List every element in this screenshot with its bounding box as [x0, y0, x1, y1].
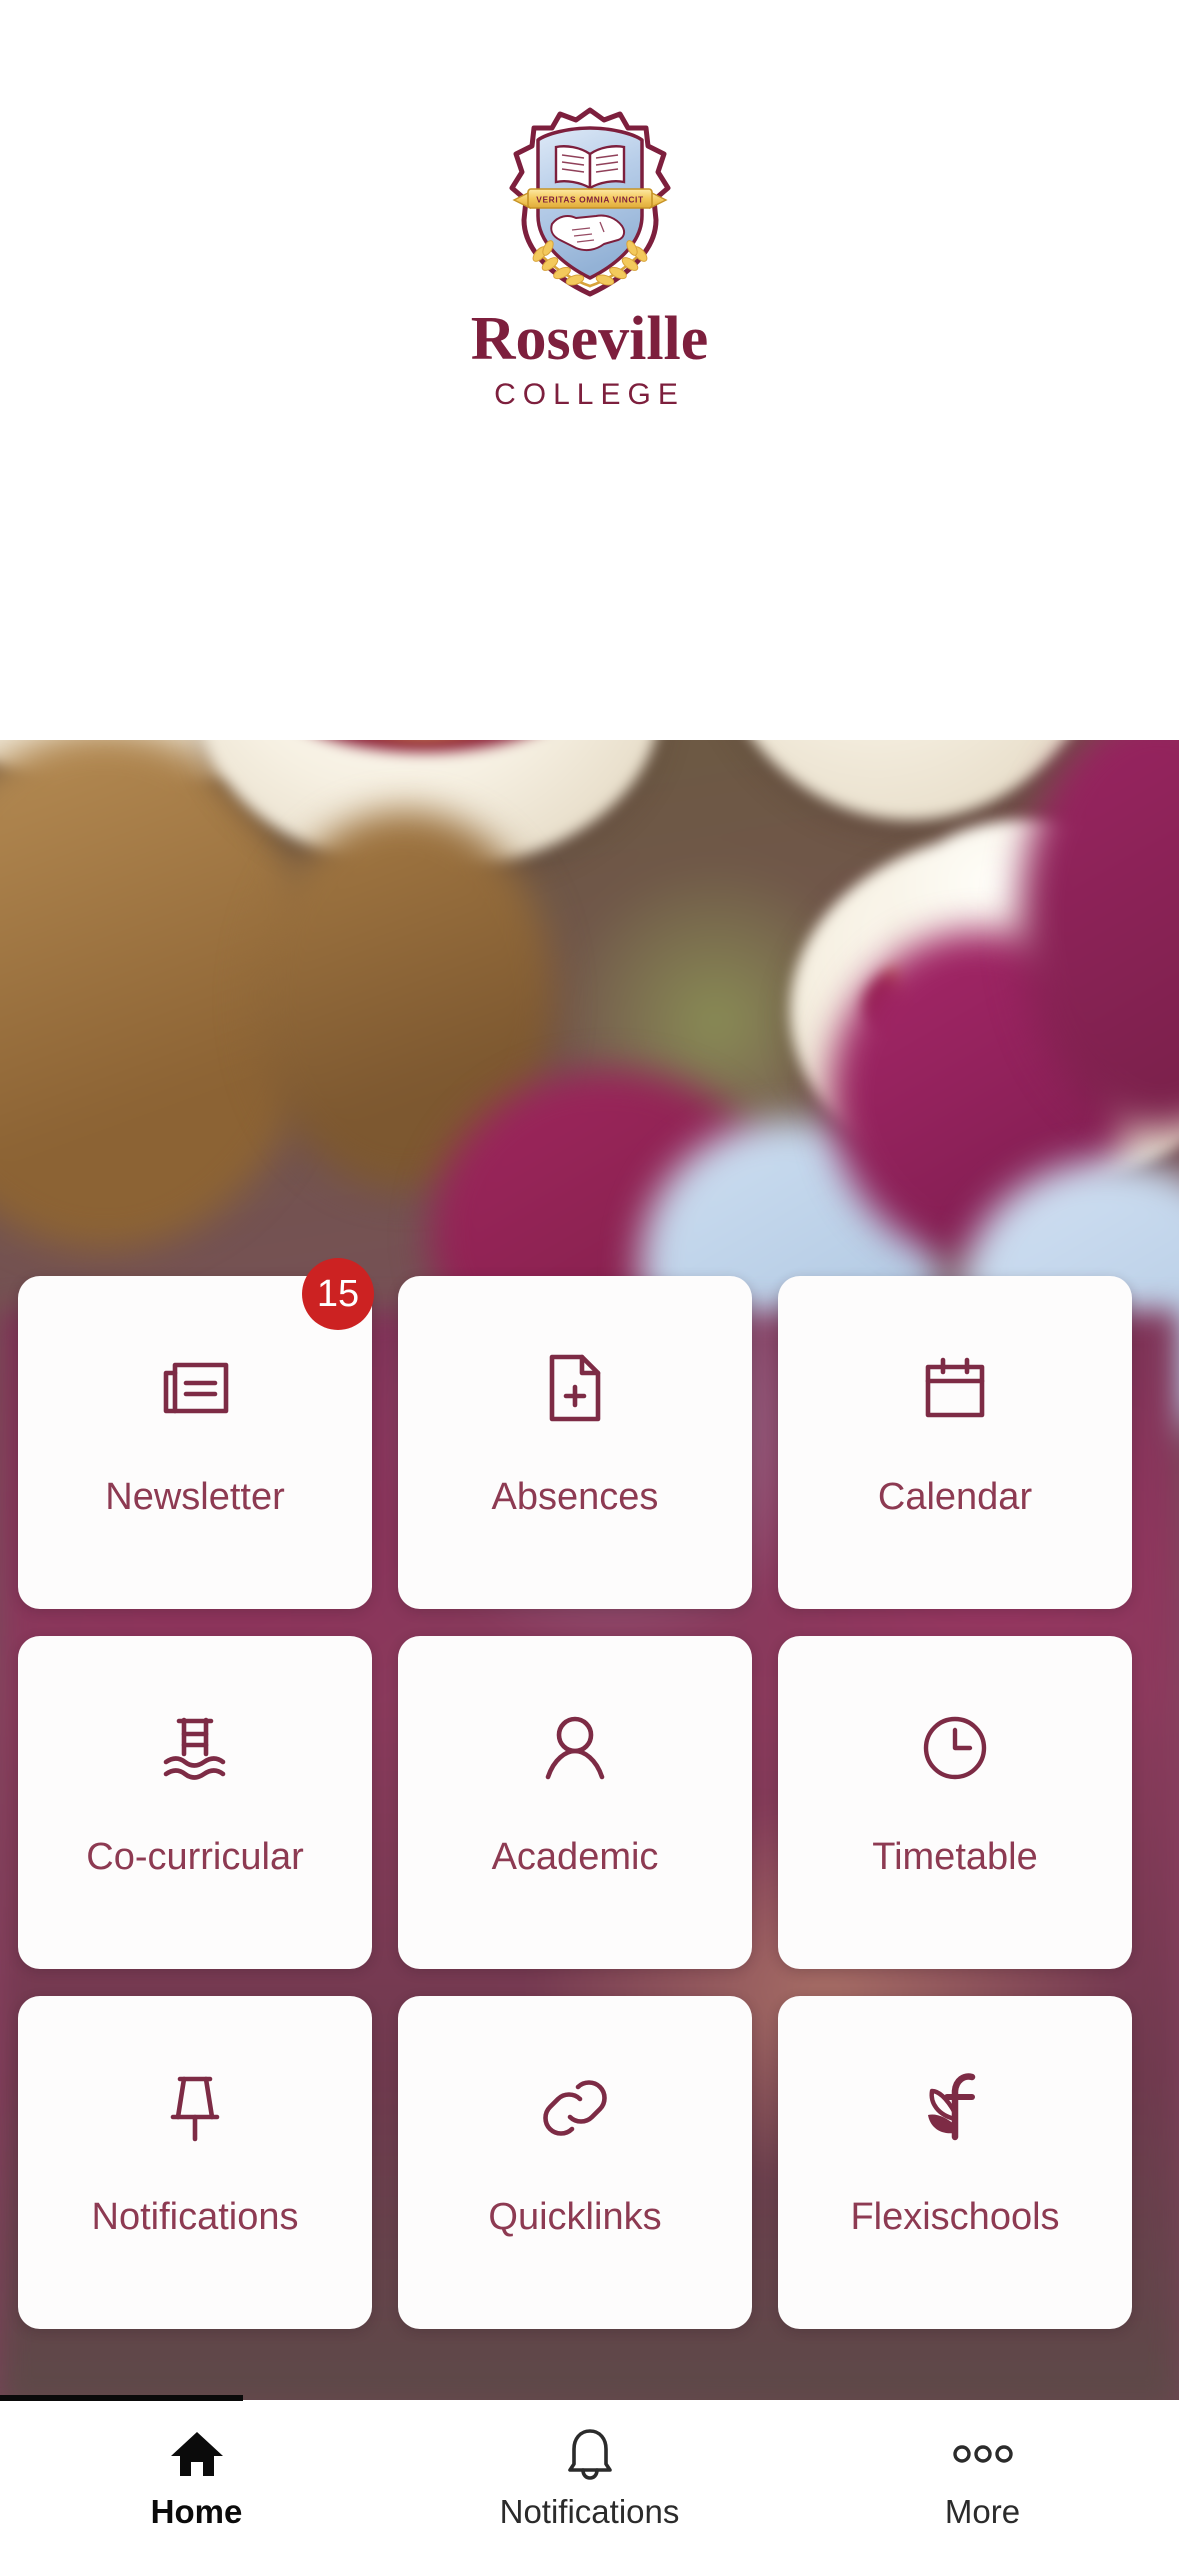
- tile-cell: Absences: [398, 1276, 778, 1609]
- tile-label: Co-curricular: [86, 1836, 304, 1878]
- hero-hat-3: [700, 340, 1120, 820]
- tile-co-curricular[interactable]: Co-curricular: [18, 1636, 372, 1969]
- school-name-secondary: COLLEGE: [494, 378, 685, 411]
- tile-label: Flexischools: [850, 2196, 1060, 2238]
- pushpin-icon: [159, 2072, 231, 2144]
- newspaper-icon: [159, 1352, 231, 1424]
- person-icon: [539, 1712, 611, 1784]
- tile-label: Notifications: [91, 2196, 299, 2238]
- quick-action-grid: Newsletter 15 Absences Calendar Co-curri…: [18, 1258, 1179, 2329]
- nav-item-more[interactable]: More: [786, 2401, 1179, 2553]
- nav-label: More: [944, 2493, 1021, 2530]
- bell-icon: [564, 2425, 616, 2483]
- school-crest-icon: VERITAS OMNIA VINCIT: [500, 104, 680, 304]
- nav-item-home[interactable]: Home: [0, 2401, 393, 2553]
- tile-timetable[interactable]: Timetable: [778, 1636, 1132, 1969]
- crest-motto-text: VERITAS OMNIA VINCIT: [536, 195, 644, 205]
- tile-academic[interactable]: Academic: [398, 1636, 752, 1969]
- calendar-icon: [919, 1352, 991, 1424]
- tile-flexischools[interactable]: Flexischools: [778, 1996, 1132, 2329]
- tile-cell: Notifications: [18, 1996, 398, 2329]
- tile-newsletter[interactable]: Newsletter 15: [18, 1258, 374, 1609]
- tile-notifications[interactable]: Notifications: [18, 1996, 372, 2329]
- tile-label: Academic: [491, 1836, 659, 1878]
- tile-label: Quicklinks: [488, 2196, 662, 2238]
- tile-label: Calendar: [877, 1476, 1033, 1518]
- tile-label: Timetable: [872, 1836, 1038, 1878]
- tile-quicklinks[interactable]: Quicklinks: [398, 1996, 752, 2329]
- pool-ladder-icon: [159, 1712, 231, 1784]
- hat-band: [766, 530, 1056, 690]
- nav-label: Home: [150, 2493, 243, 2530]
- clock-icon: [919, 1712, 991, 1784]
- document-plus-icon: [539, 1352, 611, 1424]
- app-root: VERITAS OMNIA VINCIT Roseville COLLEGE N…: [0, 0, 1179, 2553]
- tile-cell: Timetable: [778, 1636, 1158, 1969]
- nav-item-notifications[interactable]: Notifications: [393, 2401, 786, 2553]
- brand-header: VERITAS OMNIA VINCIT Roseville COLLEGE: [0, 0, 1179, 412]
- tile-cell: Quicklinks: [398, 1996, 778, 2329]
- tile-label: Newsletter: [105, 1476, 285, 1518]
- home-icon: [169, 2425, 225, 2483]
- bottom-navigation-bar: Home Notifications More: [0, 2401, 1179, 2553]
- tile-cell: Calendar: [778, 1276, 1158, 1609]
- nav-label: Notifications: [499, 2493, 680, 2530]
- tile-cell: Co-curricular: [18, 1636, 398, 1969]
- hat-band: [274, 632, 574, 752]
- chain-link-icon: [539, 2072, 611, 2144]
- tile-cell: Flexischools: [778, 1996, 1158, 2329]
- tile-cell: Academic: [398, 1636, 778, 1969]
- newsletter-unread-badge: 15: [302, 1258, 374, 1330]
- school-name-primary: Roseville: [470, 305, 709, 373]
- tile-absences[interactable]: Absences: [398, 1276, 752, 1609]
- tile-calendar[interactable]: Calendar: [778, 1276, 1132, 1609]
- tile-cell: Newsletter 15: [18, 1258, 398, 1609]
- tile-label: Absences: [491, 1476, 659, 1518]
- flexischools-f-icon: [919, 2072, 991, 2144]
- more-dots-icon: [952, 2425, 1014, 2483]
